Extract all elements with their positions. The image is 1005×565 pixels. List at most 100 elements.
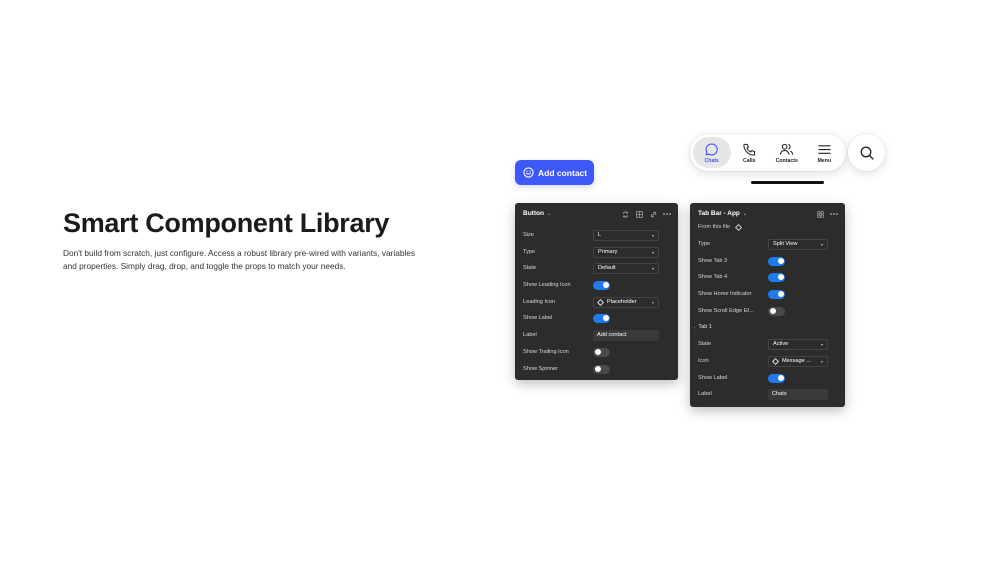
prop-row-show-home-indicator: Show Home Indicator: [698, 288, 837, 300]
prop-row-show-tab-3: Show Tab 3: [698, 255, 837, 267]
state-select[interactable]: Default ▾: [593, 262, 659, 274]
prop-row-show-label: Show Label: [523, 312, 670, 324]
panel-header: Tab Bar - App ⌄: [698, 210, 747, 217]
menu-icon: [818, 144, 831, 154]
add-contact-label: Add contact: [538, 167, 588, 178]
component-diamond-icon: [596, 298, 605, 306]
source-label: From this file: [698, 224, 731, 230]
swap-icon[interactable]: [621, 210, 629, 218]
size-select[interactable]: L ▾: [593, 229, 659, 241]
contact-circle-icon: [523, 167, 534, 178]
show-spinner-toggle[interactable]: [593, 364, 610, 374]
show-tab-4-toggle[interactable]: [768, 272, 785, 282]
prop-row-show-tab-4: Show Tab 4: [698, 271, 837, 283]
leading-icon-select[interactable]: Placeholder ▾: [593, 296, 659, 308]
show-home-indicator-toggle[interactable]: [768, 289, 785, 299]
select-value: Message ...: [782, 358, 811, 364]
section-label: Tab 1: [698, 324, 713, 330]
prop-label: Show Leading Icon: [523, 282, 571, 288]
prop-label: State: [523, 265, 537, 271]
caret-icon: ▾: [651, 249, 654, 255]
caret-icon: ▾: [651, 232, 654, 238]
prop-label: Icon: [698, 358, 709, 364]
search-icon: [860, 146, 874, 160]
more-icon[interactable]: [830, 210, 838, 218]
prop-label: Show Spinner: [523, 366, 558, 372]
prop-label: Show Tab 4: [698, 274, 728, 280]
show-label-toggle[interactable]: [768, 373, 785, 383]
type-select[interactable]: Split View ▾: [768, 238, 828, 250]
tab-chats[interactable]: Chats: [693, 137, 731, 168]
prop-label: Label: [523, 332, 537, 338]
select-value: Split View: [773, 241, 798, 247]
prop-label: Label: [698, 391, 712, 397]
prop-label: Size: [523, 232, 534, 238]
tabbar-properties-panel: Tab Bar - App ⌄ From this file Type Spli…: [690, 203, 845, 407]
prop-label: Show Scroll Edge Ef...: [698, 308, 754, 314]
prop-row-show-leading-icon: Show Leading Icon: [523, 279, 670, 291]
caret-icon: ▾: [651, 265, 654, 271]
button-properties-panel: Button ⌄ Size L ▾ Type Primary ▾ State Def…: [515, 203, 678, 380]
show-label-toggle[interactable]: [593, 313, 610, 323]
chevron-down-icon[interactable]: ⌄: [743, 211, 747, 217]
tab-label: Chats: [704, 157, 719, 164]
prop-row-type: Type Split View ▾: [698, 238, 837, 250]
grid-icon[interactable]: [635, 210, 643, 218]
tab-label: Calls: [743, 157, 756, 164]
panel-tools: [621, 210, 671, 218]
chat-bubble-icon: [705, 142, 719, 155]
more-icon[interactable]: [663, 210, 671, 218]
show-trailing-icon-toggle[interactable]: [593, 347, 610, 357]
prop-label: Leading Icon: [523, 299, 556, 305]
caret-icon: ▾: [820, 341, 823, 347]
prop-label: Type: [523, 249, 536, 255]
tab-label: Contacts: [775, 157, 798, 164]
prop-row-type: Type Primary ▾: [523, 246, 670, 258]
tab-bar: Chats Calls Contacts Menu: [690, 134, 846, 171]
show-tab-3-toggle[interactable]: [768, 256, 785, 266]
select-value: Active: [773, 341, 789, 347]
section-tab-1[interactable]: › Tab 1: [694, 324, 712, 330]
contacts-icon: [780, 143, 794, 155]
select-value: Default: [598, 265, 616, 271]
type-select[interactable]: Primary ▾: [593, 246, 659, 258]
prop-row-size: Size L ▾: [523, 229, 670, 241]
prop-row-show-spinner: Show Spinner: [523, 363, 670, 375]
prop-row-show-label: Show Label: [698, 372, 837, 384]
prop-label: Type: [698, 241, 711, 247]
phone-icon: [743, 143, 755, 156]
show-scroll-edge-toggle[interactable]: [768, 306, 785, 316]
prop-row-show-scroll-edge: Show Scroll Edge Ef...: [698, 305, 837, 317]
tab-menu[interactable]: Menu: [806, 137, 844, 168]
prop-row-label: Label Add contact: [523, 329, 670, 341]
panel-title: Button: [523, 210, 544, 217]
source-row: From this file: [698, 221, 837, 233]
grid-icon[interactable]: [816, 210, 824, 218]
label-input[interactable]: Chats: [768, 388, 828, 400]
link-icon[interactable]: [649, 210, 657, 218]
prop-row-state: State Default ▾: [523, 262, 670, 274]
icon-select[interactable]: Message ... ▾: [768, 355, 828, 367]
component-diamond-icon: [771, 357, 780, 365]
component-diamond-icon[interactable]: [734, 223, 743, 231]
show-leading-icon-toggle[interactable]: [593, 280, 610, 290]
prop-label: Show Home Indicator: [698, 291, 752, 297]
tab-calls[interactable]: Calls: [731, 137, 769, 168]
prop-row-icon: Icon Message ... ▾: [698, 355, 837, 367]
state-select[interactable]: Active ▾: [768, 338, 828, 350]
caret-icon: ▾: [820, 241, 823, 247]
label-input[interactable]: Add contact: [593, 329, 659, 341]
prop-label: Show Label: [698, 375, 728, 381]
tab-label: Menu: [817, 157, 832, 164]
search-button[interactable]: [848, 134, 885, 171]
tab-contacts[interactable]: Contacts: [768, 137, 806, 168]
prop-label: Show Label: [523, 315, 553, 321]
select-value: L: [598, 232, 602, 238]
chevron-down-icon[interactable]: ⌄: [547, 211, 551, 217]
prop-row-show-trailing-icon: Show Trailing Icon: [523, 346, 670, 358]
caret-icon: ▾: [820, 358, 823, 364]
home-indicator: [751, 181, 824, 184]
prop-label: Show Trailing Icon: [523, 349, 569, 355]
select-value: Primary: [598, 249, 618, 255]
add-contact-button[interactable]: Add contact: [515, 160, 594, 185]
